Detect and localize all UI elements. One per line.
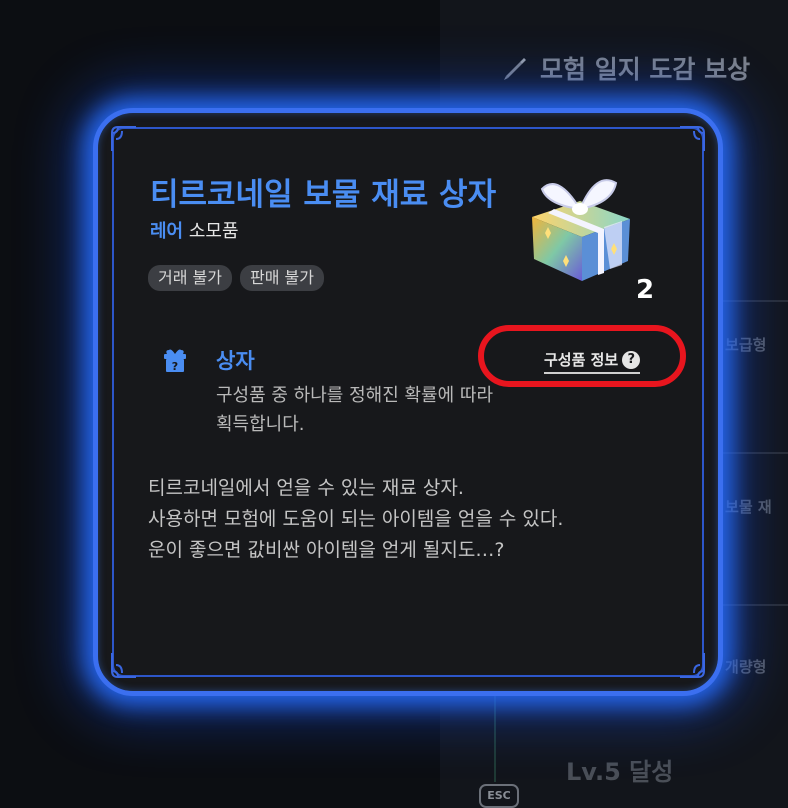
flavor-line: 운이 좋으면 값비싼 아이템을 얻게 될지도…? xyxy=(148,539,505,561)
section-description-line: 획득합니다. xyxy=(216,414,305,435)
background-header: 모험 일지 도감 보상 xyxy=(502,50,750,86)
corner-ornament-icon xyxy=(674,647,710,683)
level-reward-text: Lv.5 달성 xyxy=(566,758,674,786)
tag-unsellable: 판매 불가 xyxy=(239,265,324,291)
background-header-text: 모험 일지 도감 보상 xyxy=(540,55,751,84)
corner-ornament-icon xyxy=(106,647,142,683)
item-count: 2 xyxy=(636,275,655,305)
section-title: 상자 xyxy=(216,349,255,373)
item-tags: 거래 불가 판매 불가 xyxy=(148,265,324,291)
item-tooltip: 티르코네일 보물 재료 상자 레어 소모품 거래 불가 판매 불가 2 ? 상자… xyxy=(93,108,723,696)
tag-untradable: 거래 불가 xyxy=(148,265,232,291)
highlight-annotation xyxy=(478,325,686,387)
brush-icon xyxy=(502,54,530,82)
flavor-line: 사용하면 모험에 도움이 되는 아이템을 얻을 수 있다. xyxy=(148,508,564,530)
item-flavor-text: 티르코네일에서 얻을 수 있는 재료 상자. 사용하면 모험에 도움이 되는 아… xyxy=(148,473,688,566)
box-question-icon: ? xyxy=(161,346,189,374)
item-type: 소모품 xyxy=(188,221,239,242)
section-description: 구성품 중 하나를 정해진 확률에 따라 획득합니다. xyxy=(216,381,596,439)
corner-ornament-icon xyxy=(106,121,142,157)
svg-text:?: ? xyxy=(172,360,178,373)
gift-box-icon xyxy=(518,165,642,285)
item-rarity: 레어 xyxy=(150,221,184,242)
connector-line xyxy=(494,690,496,782)
flavor-line: 티르코네일에서 얻을 수 있는 재료 상자. xyxy=(148,477,464,499)
corner-ornament-icon xyxy=(674,121,710,157)
esc-button[interactable]: ESC xyxy=(479,784,519,808)
item-title: 티르코네일 보물 재료 상자 xyxy=(150,177,497,213)
item-subtitle: 레어 소모품 xyxy=(150,217,239,243)
